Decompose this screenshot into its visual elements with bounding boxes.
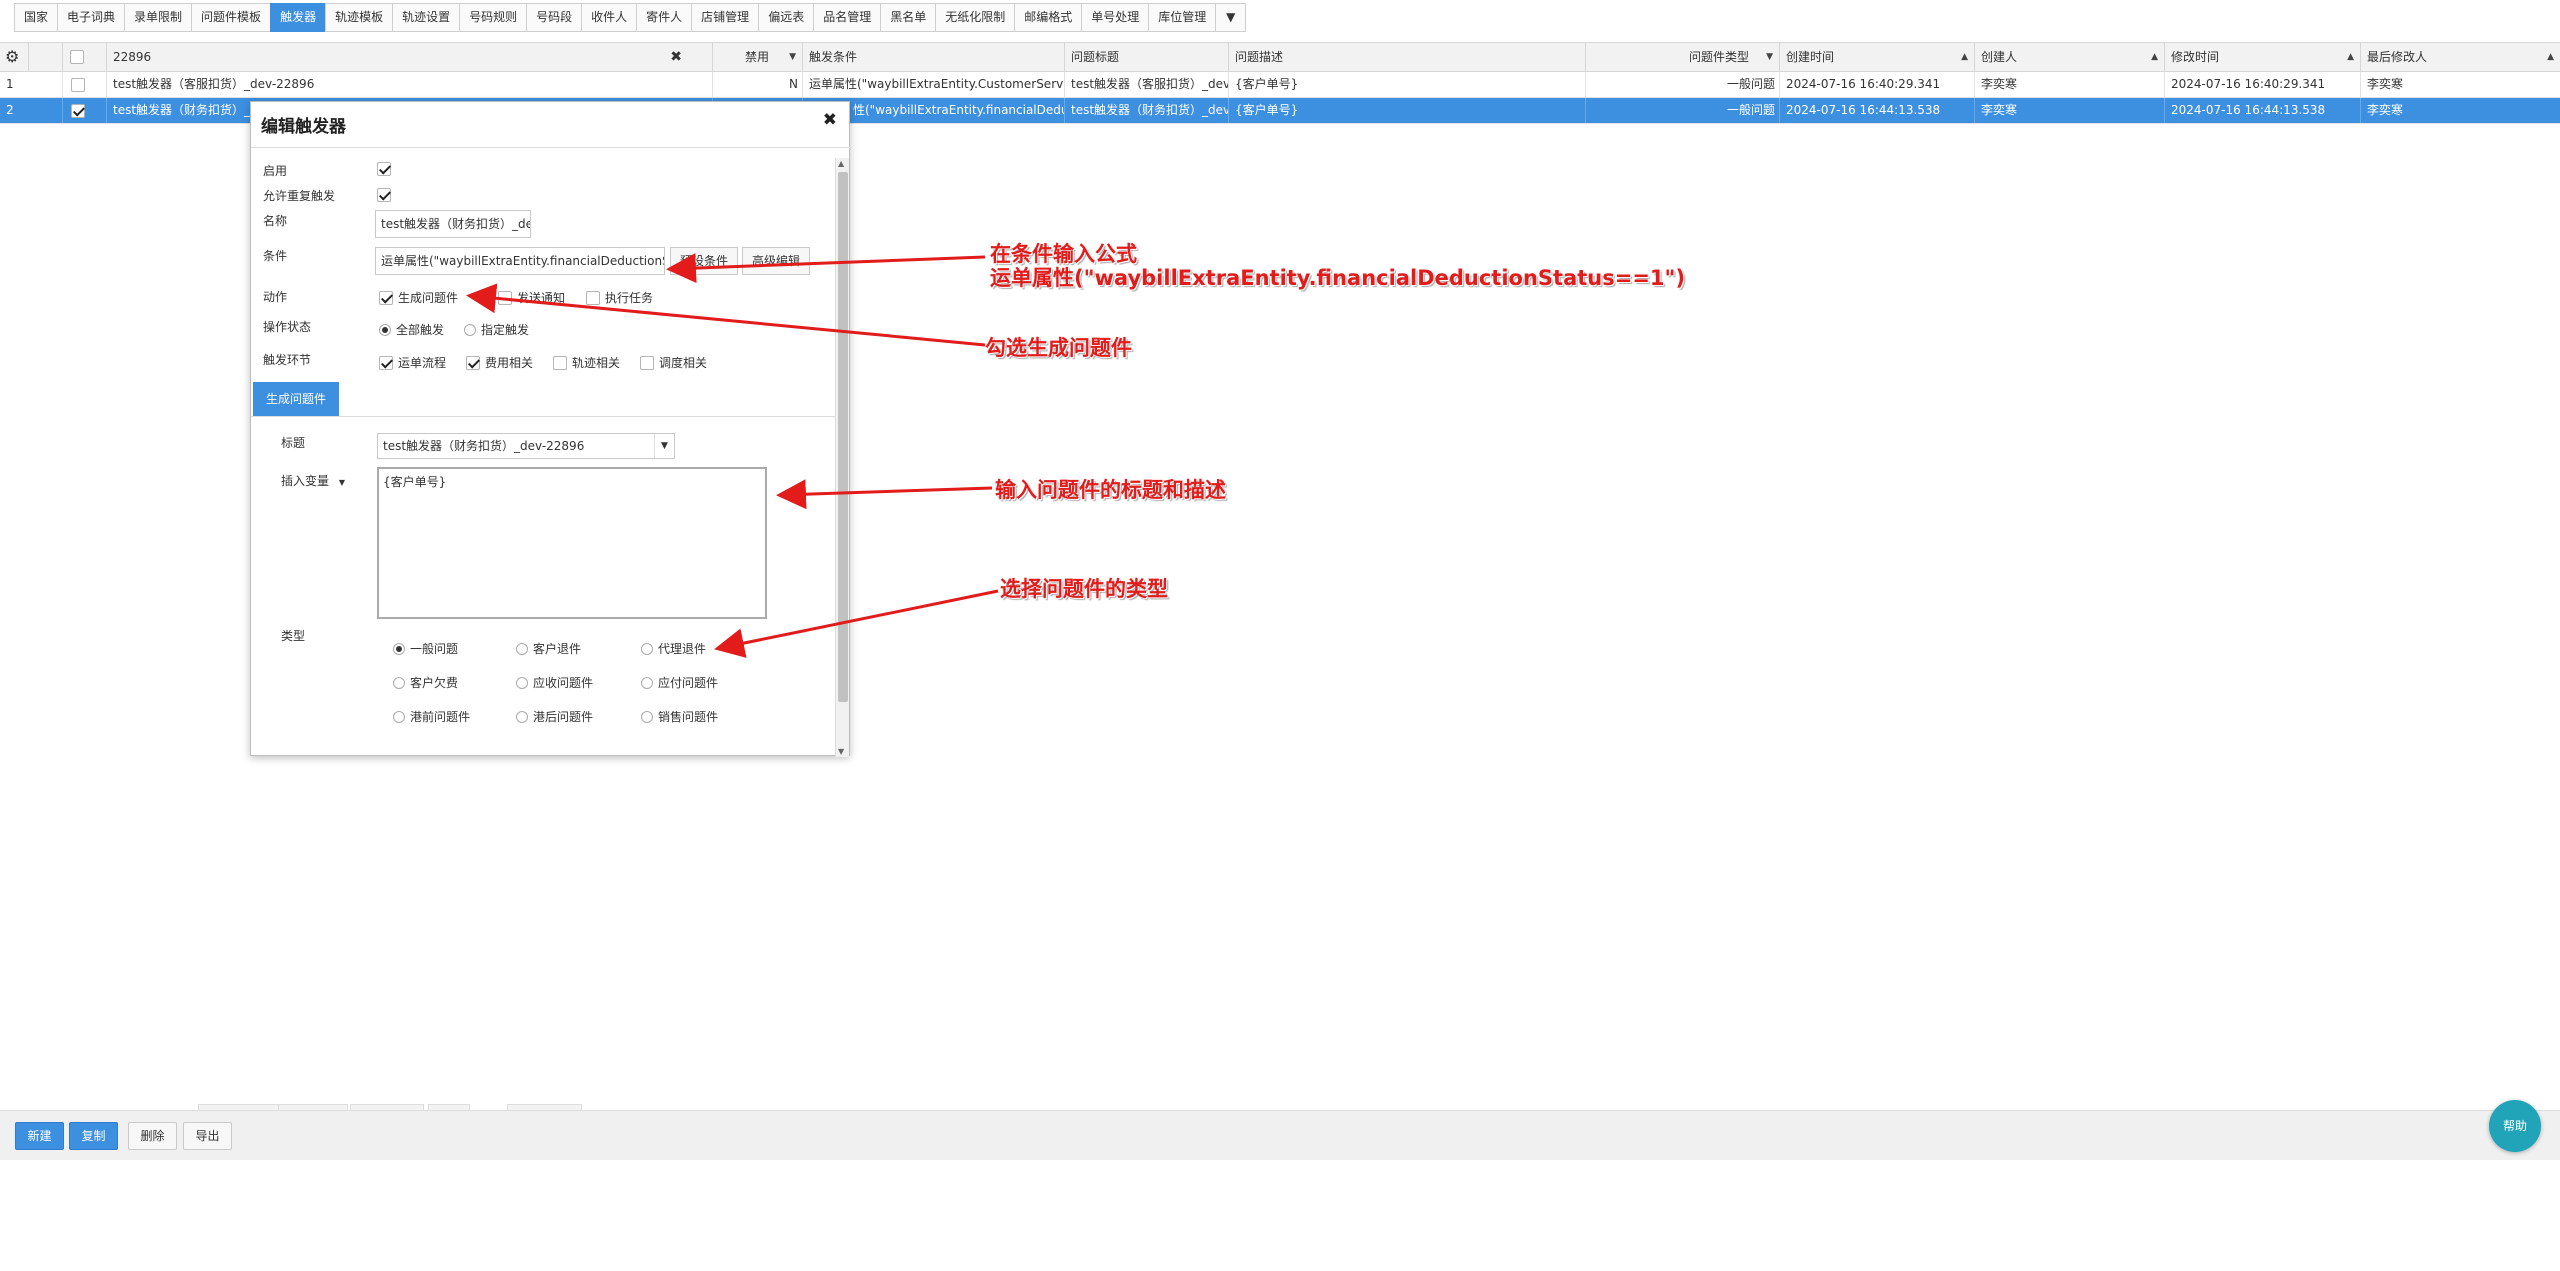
annotation-arrow bbox=[776, 479, 993, 510]
annotation-text: 选择问题件的类型 bbox=[1000, 577, 1168, 601]
annotation-text: 运单属性("waybillExtraEntity.financialDeduct… bbox=[990, 266, 1686, 290]
annotation-text: 勾选生成问题件 bbox=[985, 336, 1132, 360]
export-button[interactable]: 导出 bbox=[183, 1122, 232, 1150]
annotation-arrow bbox=[666, 253, 986, 284]
delete-button[interactable]: 删除 bbox=[128, 1122, 177, 1150]
annotation-arrow bbox=[466, 283, 986, 347]
annotation-text: 输入问题件的标题和描述 bbox=[995, 478, 1226, 502]
annotation-arrows bbox=[466, 253, 999, 658]
help-button[interactable]: 帮助 bbox=[2489, 1100, 2541, 1152]
annotation-arrow bbox=[714, 589, 999, 658]
copy-button[interactable]: 复制 bbox=[69, 1122, 118, 1150]
bottom-toolbar: 新建 复制 删除 导出 bbox=[0, 1110, 2560, 1160]
new-button[interactable]: 新建 bbox=[15, 1122, 64, 1150]
